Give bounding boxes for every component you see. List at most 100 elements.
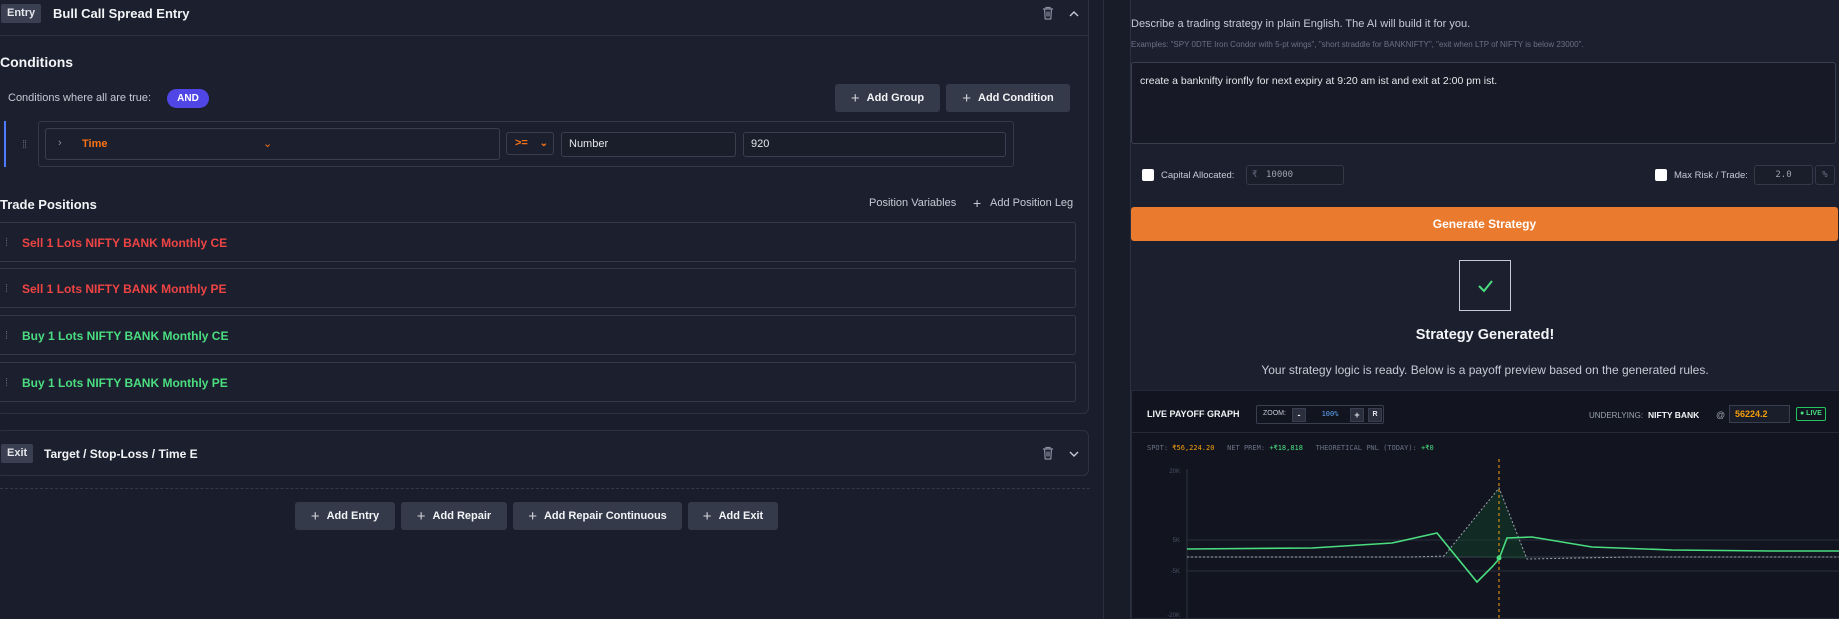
generated-title: Strategy Generated! [1415,327,1555,343]
condition-value-input[interactable]: 920 [743,132,1006,157]
drag-handle-icon[interactable]: ⁞ [5,377,8,389]
spot-label: SPOT: [1147,444,1169,452]
exit-tag: Exit [1,444,34,463]
net-prem-label: NET PREM: [1227,444,1266,452]
spot-value: ₹56,224.20 [1172,444,1215,452]
max-risk-input[interactable]: 2.0 [1754,165,1813,185]
strategy-builder-panel: Entry Bull Call Spread Entry Conditions … [0,0,1103,619]
entry-header[interactable]: Entry Bull Call Spread Entry [0,0,1088,36]
zoom-label: ZOOM: [1263,410,1286,417]
position-variables-link[interactable]: Position Variables [869,197,956,209]
add-entry-label: Add Entry [326,510,380,522]
delete-entry-icon[interactable] [1041,5,1055,21]
exit-block[interactable]: Exit Target / Stop-Loss / Time E [0,430,1089,476]
payoff-chart[interactable]: 20K 5K -5K -20K [1132,459,1839,619]
add-entry-button[interactable]: + Add Entry [295,502,395,530]
ai-assistant-panel: Describe a trading strategy in plain Eng… [1103,0,1839,619]
position-leg-label: Sell 1 Lots NIFTY BANK Monthly PE [22,282,227,296]
payoff-header: LIVE PAYOFF GRAPH ZOOM: - 100% + R UNDER… [1132,391,1839,433]
live-badge: ● LIVE [1796,407,1826,421]
ai-examples: Examples: "SPY 0DTE Iron Condor with 5-p… [1131,40,1584,49]
y-tick-label: 20K [1169,469,1180,475]
delete-exit-icon[interactable] [1041,445,1055,461]
payoff-graph-panel: LIVE PAYOFF GRAPH ZOOM: - 100% + R UNDER… [1131,390,1839,619]
generate-strategy-button[interactable]: Generate Strategy [1131,207,1838,241]
add-repair-continuous-button[interactable]: + Add Repair Continuous [513,502,682,530]
add-exit-label: Add Exit [718,510,764,522]
expand-chevron-icon[interactable]: › [58,137,62,149]
capital-allocated-input[interactable]: ₹ 10000 [1246,165,1344,185]
plus-icon: + [310,507,320,525]
pnl-value: +₹0 [1421,444,1434,452]
position-leg[interactable]: ⁞ Sell 1 Lots NIFTY BANK Monthly PE [0,268,1076,308]
expand-chevron-icon[interactable] [1068,448,1080,460]
max-risk-label: Max Risk / Trade: [1674,170,1748,181]
add-repair-button[interactable]: + Add Repair [401,502,507,530]
profit-area [1444,488,1527,559]
operator-value: >= [515,137,528,149]
zoom-value: 100% [1321,410,1339,418]
capital-value: 10000 [1266,170,1294,180]
condition-group-indicator [4,121,6,167]
chevron-down-icon: ⌄ [539,138,548,149]
currency-symbol: ₹ [1252,170,1258,180]
payoff-stats: SPOT: ₹56,224.20 NET PREM: +₹18,818 THEO… [1147,444,1434,452]
zoom-control: ZOOM: - 100% + R [1256,405,1384,424]
chevron-down-icon: ⌄ [263,138,273,150]
max-risk-unit: % [1815,165,1835,185]
success-check-icon [1459,260,1511,311]
position-leg-label: Buy 1 Lots NIFTY BANK Monthly CE [22,329,229,343]
position-leg[interactable]: ⁞ Sell 1 Lots NIFTY BANK Monthly CE [0,222,1076,262]
net-prem-value: +₹18,818 [1269,444,1303,452]
drag-handle-icon[interactable]: ⁞⁞ [22,139,27,151]
add-condition-button[interactable]: + Add Condition [946,84,1070,112]
condition-row: › Time ⌄ >= ⌄ Number 920 [38,121,1014,167]
add-repair-label: Add Repair [432,510,492,522]
zoom-in-button[interactable]: + [1350,408,1364,422]
plus-icon: + [416,507,426,525]
zoom-out-button[interactable]: - [1292,408,1306,422]
add-exit-button[interactable]: + Add Exit [688,502,778,530]
entry-title: Bull Call Spread Entry [53,6,190,21]
position-leg[interactable]: ⁞ Buy 1 Lots NIFTY BANK Monthly PE [0,362,1076,402]
condition-field-select[interactable]: › Time ⌄ [45,128,500,160]
y-tick-label: 5K [1173,538,1180,544]
capital-allocated-checkbox[interactable] [1142,169,1154,181]
add-group-label: Add Group [866,92,925,104]
spot-marker-dot [1496,555,1502,561]
generated-subtitle: Your strategy logic is ready. Below is a… [1261,363,1709,377]
plus-icon: + [973,195,982,211]
zoom-reset-button[interactable]: R [1368,408,1382,422]
position-leg[interactable]: ⁞ Buy 1 Lots NIFTY BANK Monthly CE [0,315,1076,355]
conditions-title: Conditions [0,54,74,70]
strategy-prompt-textarea[interactable]: create a banknifty ironfly for next expi… [1131,62,1836,144]
add-position-leg-link[interactable]: Add Position Leg [990,197,1073,209]
underlying-name: NIFTY BANK [1648,410,1700,420]
spot-price-input[interactable]: 56224.2 [1729,405,1790,423]
add-group-button[interactable]: + Add Group [835,84,940,112]
add-repair-continuous-label: Add Repair Continuous [543,510,667,522]
plus-icon: + [528,507,537,525]
drag-handle-icon[interactable]: ⁞ [5,330,8,342]
exit-title: Target / Stop-Loss / Time E [44,447,198,461]
logic-toggle[interactable]: AND [167,89,209,108]
divider [0,488,1090,489]
payoff-title: LIVE PAYOFF GRAPH [1147,409,1240,419]
entry-tag: Entry [1,4,42,23]
max-risk-checkbox[interactable] [1655,169,1667,181]
plus-icon: + [850,89,860,107]
condition-operator-select[interactable]: >= ⌄ [506,132,554,155]
underlying-label: UNDERLYING: [1589,411,1644,420]
drag-handle-icon[interactable]: ⁞ [5,237,8,249]
add-condition-label: Add Condition [978,92,1054,104]
capital-allocated-label: Capital Allocated: [1161,170,1235,181]
at-symbol: @ [1716,410,1726,420]
plus-icon: + [962,89,971,107]
ai-description: Describe a trading strategy in plain Eng… [1131,18,1471,30]
drag-handle-icon[interactable]: ⁞ [5,283,8,295]
y-tick-label: -5K [1171,569,1180,575]
collapse-chevron-icon[interactable] [1068,8,1080,20]
plus-icon: + [702,507,712,525]
condition-type-input[interactable]: Number [561,132,736,157]
position-leg-label: Sell 1 Lots NIFTY BANK Monthly CE [22,236,228,250]
